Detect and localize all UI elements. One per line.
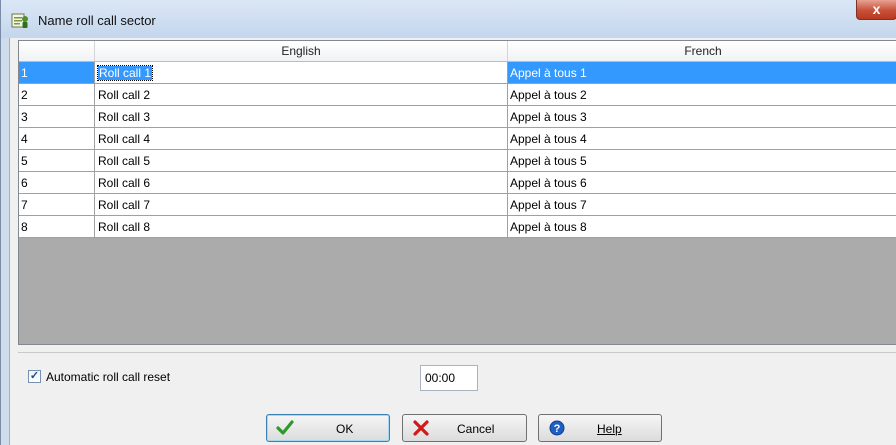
row-number: 6	[19, 172, 95, 194]
english-cell[interactable]: Roll call 1	[95, 62, 508, 84]
close-button[interactable]: x	[856, 0, 896, 20]
help-label: Help	[597, 422, 622, 436]
table-row[interactable]: 5 Roll call 5 Appel à tous 5	[19, 150, 896, 172]
dialog-body: English French 1 Roll call 1 Appel à tou…	[9, 38, 896, 445]
row-number: 3	[19, 106, 95, 128]
table-row[interactable]: 7 Roll call 7 Appel à tous 7	[19, 194, 896, 216]
row-number: 2	[19, 84, 95, 106]
divider	[18, 352, 896, 353]
window-title: Name roll call sector	[38, 13, 156, 28]
english-cell[interactable]: Roll call 3	[95, 106, 508, 128]
row-number: 1	[19, 62, 95, 84]
auto-reset-label[interactable]: Automatic roll call reset	[46, 370, 170, 384]
table-row[interactable]: 1 Roll call 1 Appel à tous 1	[19, 62, 896, 84]
table-row[interactable]: 6 Roll call 6 Appel à tous 6	[19, 172, 896, 194]
french-cell[interactable]: Appel à tous 5	[508, 150, 896, 172]
column-header-number[interactable]	[19, 41, 95, 61]
table-row[interactable]: 4 Roll call 4 Appel à tous 4	[19, 128, 896, 150]
grid-header: English French	[19, 41, 896, 62]
checkmark-icon	[276, 420, 294, 435]
french-cell[interactable]: Appel à tous 1	[508, 62, 896, 84]
english-cell[interactable]: Roll call 2	[95, 84, 508, 106]
english-cell[interactable]: Roll call 5	[95, 150, 508, 172]
column-header-french[interactable]: French	[508, 41, 896, 61]
english-cell[interactable]: Roll call 7	[95, 194, 508, 216]
ok-label: OK	[336, 422, 354, 436]
help-icon: ?	[549, 420, 565, 436]
row-number: 5	[19, 150, 95, 172]
english-cell[interactable]: Roll call 4	[95, 128, 508, 150]
french-cell[interactable]: Appel à tous 2	[508, 84, 896, 106]
ok-button[interactable]: OK	[266, 414, 390, 442]
french-cell[interactable]: Appel à tous 7	[508, 194, 896, 216]
french-cell[interactable]: Appel à tous 8	[508, 216, 896, 238]
english-text: Roll call 1	[96, 65, 154, 81]
english-cell[interactable]: Roll call 8	[95, 216, 508, 238]
cancel-button[interactable]: Cancel	[402, 414, 527, 442]
row-number: 7	[19, 194, 95, 216]
help-button[interactable]: ? Help	[538, 414, 662, 442]
sector-name-grid: English French 1 Roll call 1 Appel à tou…	[18, 40, 896, 345]
table-row[interactable]: 8 Roll call 8 Appel à tous 8	[19, 216, 896, 238]
french-cell[interactable]: Appel à tous 3	[508, 106, 896, 128]
table-row[interactable]: 3 Roll call 3 Appel à tous 3	[19, 106, 896, 128]
auto-reset-checkbox[interactable]: ✓	[28, 370, 41, 383]
cross-icon	[413, 420, 429, 436]
svg-text:?: ?	[554, 423, 561, 435]
table-row[interactable]: 2 Roll call 2 Appel à tous 2	[19, 84, 896, 106]
roll-call-icon	[11, 13, 28, 28]
english-cell[interactable]: Roll call 6	[95, 172, 508, 194]
column-header-english[interactable]: English	[95, 41, 508, 61]
dialog-window: Name roll call sector x English French 1…	[0, 0, 896, 445]
row-number: 8	[19, 216, 95, 238]
french-cell[interactable]: Appel à tous 6	[508, 172, 896, 194]
row-number: 4	[19, 128, 95, 150]
cancel-label: Cancel	[457, 422, 495, 436]
title-bar[interactable]: Name roll call sector x	[1, 0, 896, 38]
reset-time-field[interactable]: 00:00	[420, 365, 478, 391]
french-cell[interactable]: Appel à tous 4	[508, 128, 896, 150]
